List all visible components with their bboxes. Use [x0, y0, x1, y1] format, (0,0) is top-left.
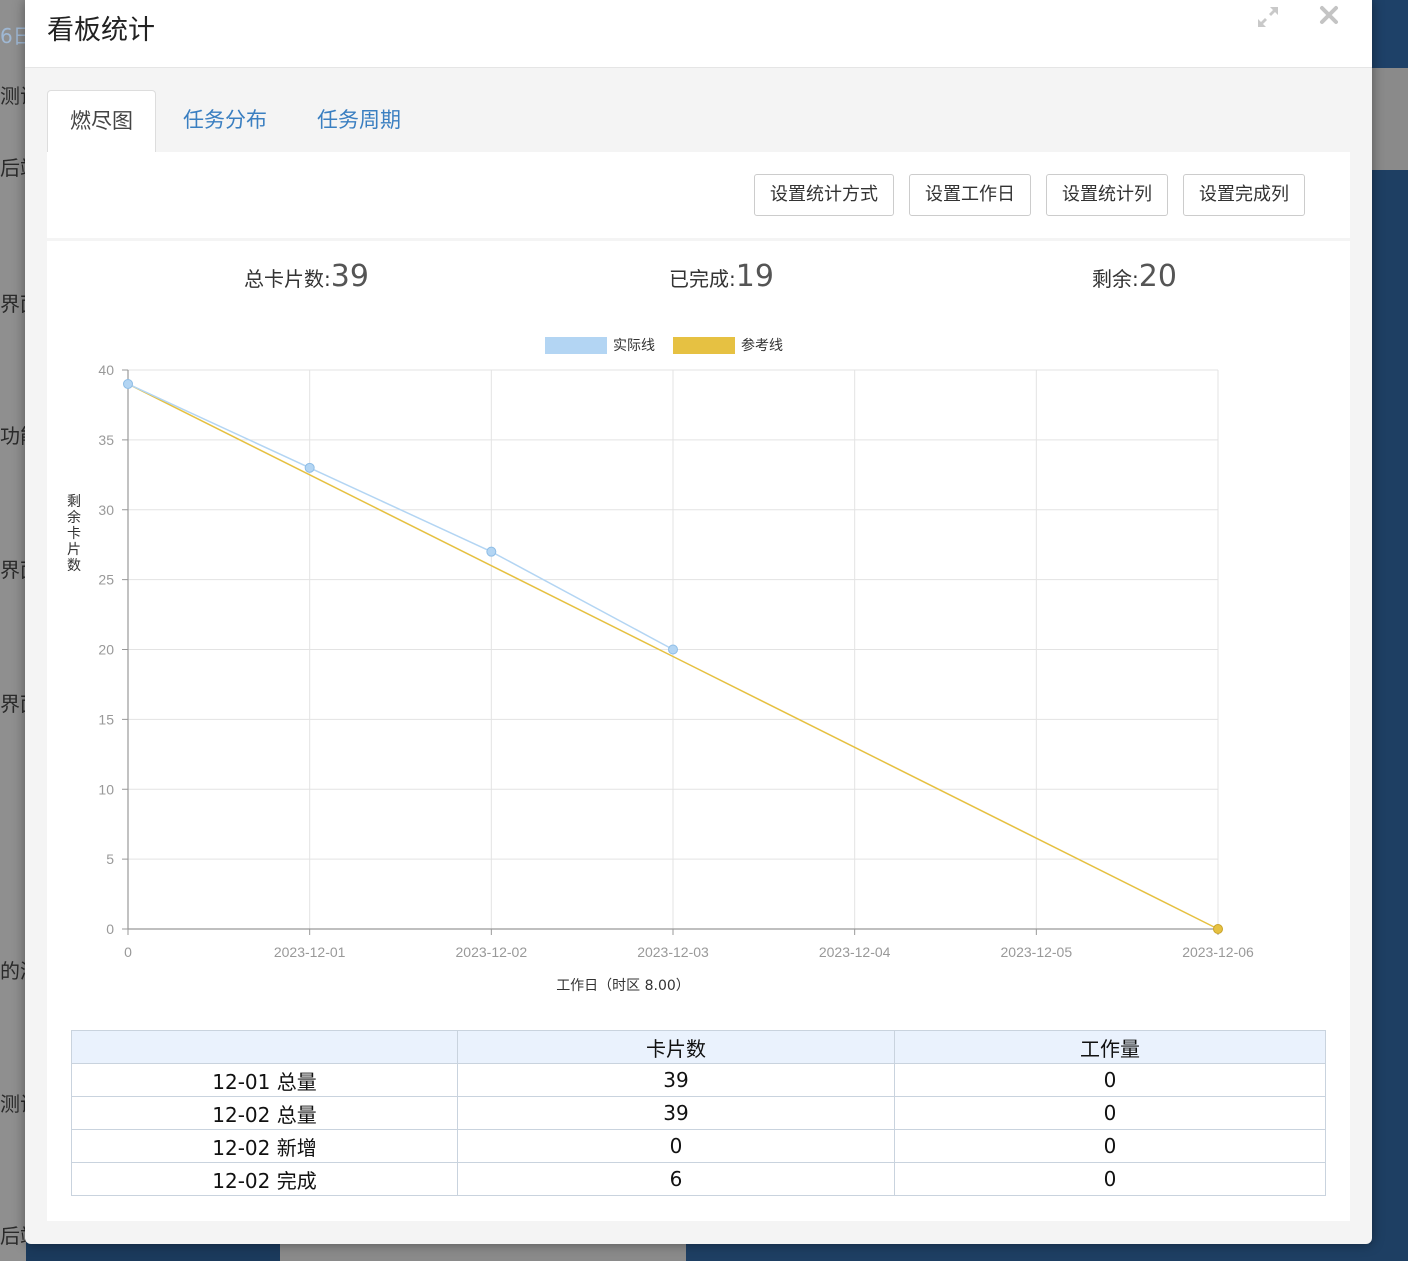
- legend-swatch: [545, 337, 607, 354]
- y-axis-label-char: 数: [67, 558, 81, 574]
- x-tick-label: 2023-12-04: [819, 944, 891, 960]
- set-stat-method-button[interactable]: 设置统计方式: [754, 174, 894, 216]
- tab-burndown[interactable]: 燃尽图: [47, 90, 156, 153]
- table-cell: 12-02 总量: [71, 1096, 458, 1130]
- y-tick-label: 10: [98, 781, 114, 797]
- legend-label: 参考线: [741, 337, 783, 354]
- y-tick-label: 35: [98, 432, 114, 448]
- y-tick-label: 30: [98, 502, 114, 518]
- y-tick-label: 5: [106, 851, 114, 867]
- modal-title: 看板统计: [47, 15, 155, 46]
- table-cell: 0: [894, 1096, 1326, 1130]
- table-cell: 39: [457, 1096, 895, 1130]
- actual-point: [304, 462, 315, 473]
- table-row: 12-01 总量 39 0: [71, 1063, 1326, 1097]
- table-cell: 12-02 完成: [71, 1162, 458, 1196]
- actual-point: [486, 546, 497, 557]
- x-tick-label: 2023-12-05: [1001, 944, 1073, 960]
- close-icon: [1320, 6, 1338, 24]
- set-workday-button[interactable]: 设置工作日: [909, 174, 1031, 216]
- table-header-cell: [71, 1030, 458, 1064]
- table-header-row: 卡片数 工作量: [71, 1030, 1326, 1064]
- close-icon[interactable]: [1315, 4, 1343, 32]
- table-cell: 39: [457, 1063, 895, 1097]
- background-text: 后端: [0, 156, 26, 180]
- reference-point: [1213, 924, 1223, 934]
- tab-task-cycle[interactable]: 任务周期: [295, 90, 423, 151]
- table-header-cell: 工作量: [894, 1030, 1326, 1064]
- x-tick-label: 0: [124, 944, 132, 960]
- background-text: 后端: [0, 1224, 26, 1248]
- background-text: 功能: [0, 424, 26, 448]
- y-axis-label-char: 卡: [67, 526, 81, 542]
- y-tick-label: 0: [106, 921, 114, 937]
- background-panel: [1372, 170, 1408, 1261]
- background-panel: [280, 1244, 686, 1261]
- table-row: 12-02 新增 0 0: [71, 1129, 1326, 1163]
- board-stats-modal: 看板统计 燃尽图 任务分布 任务周期 设置统计方式 设置工作日 设置统计列 设置…: [25, 0, 1372, 1244]
- y-axis-label-char: 余: [67, 509, 81, 526]
- table-row: 12-02 总量 39 0: [71, 1096, 1326, 1130]
- burndown-table: 卡片数 工作量 12-01 总量 39 0 12-02 总量 39 0 12-0…: [71, 1030, 1326, 1196]
- y-axis-label-char: 剩: [67, 494, 81, 510]
- background-text: 测试: [0, 84, 26, 108]
- burndown-panel: 总卡片数:39 已完成:19 剩余:20 0 5 10 15 20 25 30 35 40 0 20…: [47, 241, 1350, 1221]
- background-text: 界面: [0, 692, 26, 716]
- background-panel: [1372, 68, 1408, 170]
- x-tick-label: 2023-12-03: [637, 944, 709, 960]
- set-stat-column-button[interactable]: 设置统计列: [1046, 174, 1168, 216]
- background-text: 界面: [0, 292, 26, 316]
- x-tick-label: 2023-12-06: [1182, 944, 1254, 960]
- table-header-cell: 卡片数: [457, 1030, 895, 1064]
- table-cell: 6: [457, 1162, 895, 1196]
- expand-icon: [1258, 7, 1278, 27]
- series-line: [127, 383, 674, 651]
- background-list: 测试 后端 界面 功能 界面 界面 的测 测试 后端: [0, 0, 26, 1261]
- table-row: 12-02 完成 6 0: [71, 1162, 1326, 1196]
- legend-label: 实际线: [613, 338, 655, 354]
- chart-toolbar: 设置统计方式 设置工作日 设置统计列 设置完成列: [47, 152, 1350, 238]
- table-cell: 0: [894, 1129, 1326, 1163]
- y-tick-label: 15: [98, 711, 114, 727]
- tab-task-distribution[interactable]: 任务分布: [161, 90, 289, 151]
- set-done-column-button[interactable]: 设置完成列: [1183, 174, 1305, 216]
- table-cell: 12-02 新增: [71, 1129, 458, 1163]
- background-text: 的测: [0, 959, 26, 983]
- modal-header: 看板统计: [25, 0, 1372, 68]
- expand-icon[interactable]: [1254, 4, 1282, 32]
- x-axis-label: 工作日（时区 8.00）: [556, 978, 690, 994]
- table-cell: 12-01 总量: [71, 1063, 458, 1097]
- table-cell: 0: [894, 1162, 1326, 1196]
- y-tick-label: 40: [98, 362, 114, 378]
- table-cell: 0: [457, 1129, 895, 1163]
- legend-swatch: [673, 337, 735, 354]
- x-tick-label: 2023-12-01: [274, 944, 346, 960]
- y-axis-label-char: 片: [67, 542, 81, 558]
- background-text: 界面: [0, 558, 26, 582]
- y-tick-label: 25: [98, 572, 114, 588]
- table-cell: 0: [894, 1063, 1326, 1097]
- y-axis-label: 剩余卡片数: [67, 494, 81, 574]
- background-text: 测试: [0, 1092, 26, 1116]
- burndown-chart: 0 5 10 15 20 25 30 35 40 0 2023-12-01 2023-12-02 202…: [67, 337, 1254, 994]
- actual-point: [668, 644, 678, 655]
- background-panel: [686, 1244, 1372, 1261]
- x-tick-label: 2023-12-02: [456, 944, 528, 960]
- y-tick-label: 20: [98, 642, 114, 658]
- actual-point: [123, 378, 133, 389]
